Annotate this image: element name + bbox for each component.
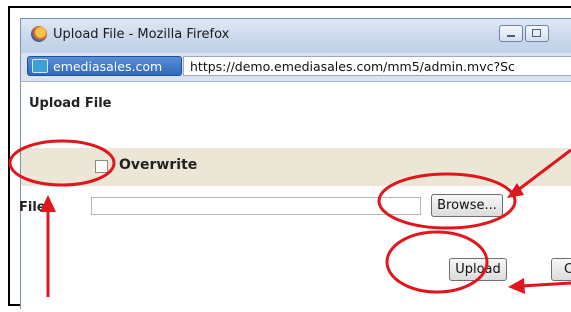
arrow-to-browse bbox=[513, 148, 571, 195]
arrow-to-upload bbox=[521, 281, 571, 288]
arrow-head-overwrite bbox=[40, 195, 56, 212]
overwrite-highlight-ellipse bbox=[8, 139, 116, 187]
browse-highlight-ellipse bbox=[377, 172, 517, 230]
upload-highlight-ellipse bbox=[385, 230, 489, 294]
arrow-head-upload bbox=[508, 278, 525, 294]
annotation-overlay bbox=[8, 139, 571, 297]
